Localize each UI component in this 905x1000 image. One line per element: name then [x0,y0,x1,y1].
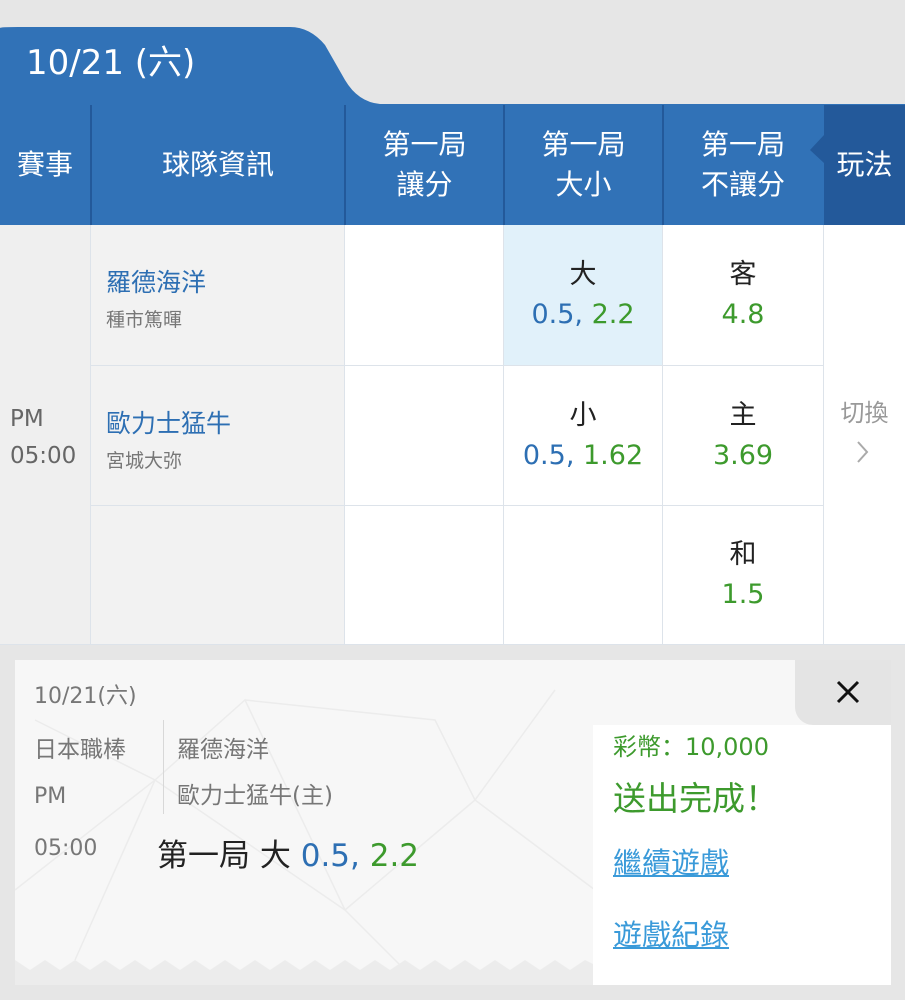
home-pitcher: 宮城大弥 [106,450,183,472]
under-label: 小 [569,399,597,431]
away-win-label: 客 [729,259,757,290]
slip-league: 日本職棒 [34,737,126,763]
header-first-inning-moneyline: 第一局 不讓分 [700,128,785,201]
away-team-name: 羅德海洋 [106,268,207,297]
away-team-cell: 羅德海洋 種市篤暉 [91,225,345,366]
match-date: 10/21 (六) [26,43,196,83]
slip-ampm: PM [34,784,67,809]
handicap-cell-home[interactable] [345,366,504,506]
chevron-right-icon [857,441,869,463]
header-first-inning-handicap: 第一局 讓分 [382,128,467,201]
match-time: 05:00 [10,443,77,469]
draw-odds: 1.5 [721,579,765,610]
under-odds-button[interactable]: 小 0.5, 1.62 [504,366,663,506]
away-pitcher: 種市篤暉 [106,309,183,331]
handicap-cell-away[interactable] [345,225,504,366]
home-win-odds: 3.69 [712,439,774,471]
slip-bet-detail: 第一局 大 0.5, 2.2 [157,830,419,875]
home-win-odds-button[interactable]: 主 3.69 [663,366,824,506]
over-under-empty-cell [504,506,663,645]
header-event: 賽事 [16,148,73,181]
over-line: 0.5, [531,299,583,330]
home-win-label: 主 [729,399,757,431]
empty-team-cell [91,506,345,645]
draw-label: 和 [729,539,757,570]
game-history-link[interactable]: 遊戲紀錄 [613,912,729,954]
slip-bet-desc: 第一局 大 [157,838,291,874]
slip-bet-line: 0.5, [300,838,360,874]
play-type-label[interactable]: 玩法 [824,105,905,225]
home-team-cell: 歐力士猛牛 宮城大弥 [91,366,345,506]
header-team-info: 球隊資訊 [161,148,274,181]
away-win-odds-button[interactable]: 客 4.8 [663,225,824,366]
close-icon [836,680,860,704]
draw-odds-button[interactable]: 和 1.5 [663,506,824,645]
slip-time: 05:00 [34,836,98,861]
slip-date: 10/21(六) [34,684,137,709]
header-first-inning-over-under: 第一局 大小 [541,128,626,201]
slip-divider [163,720,164,814]
close-button[interactable] [795,660,891,725]
over-odds: 2.2 [591,299,635,330]
slip-team2: 歐力士猛牛(主) [177,783,333,809]
over-odds-button[interactable]: 大 0.5, 2.2 [504,225,663,366]
slip-result-box: 彩幣：10,000 送出完成！ 繼續遊戲 遊戲紀錄 [593,725,891,985]
under-odds: 1.62 [583,439,644,471]
under-line: 0.5, [522,439,575,471]
match-time-ampm: PM [10,406,44,432]
match-time-cell: PM 05:00 [0,225,91,645]
switch-label: 切換 [840,399,889,427]
away-win-odds: 4.8 [721,299,765,330]
handicap-cell-empty [345,506,504,645]
over-label: 大 [569,259,597,290]
slip-bet-odds: 2.2 [369,838,420,874]
continue-game-link[interactable]: 繼續遊戲 [613,840,729,882]
slip-status: 送出完成！ [613,779,778,818]
switch-play-button[interactable]: 切換 [824,225,905,645]
slip-coins: 彩幣：10,000 [613,733,769,761]
slip-team1: 羅德海洋 [177,737,269,763]
home-team-name: 歐力士猛牛 [106,409,232,438]
bet-slip-panel: 10/21(六) 日本職棒 PM 05:00 羅德海洋 歐力士猛牛(主) 第一局… [15,660,891,985]
